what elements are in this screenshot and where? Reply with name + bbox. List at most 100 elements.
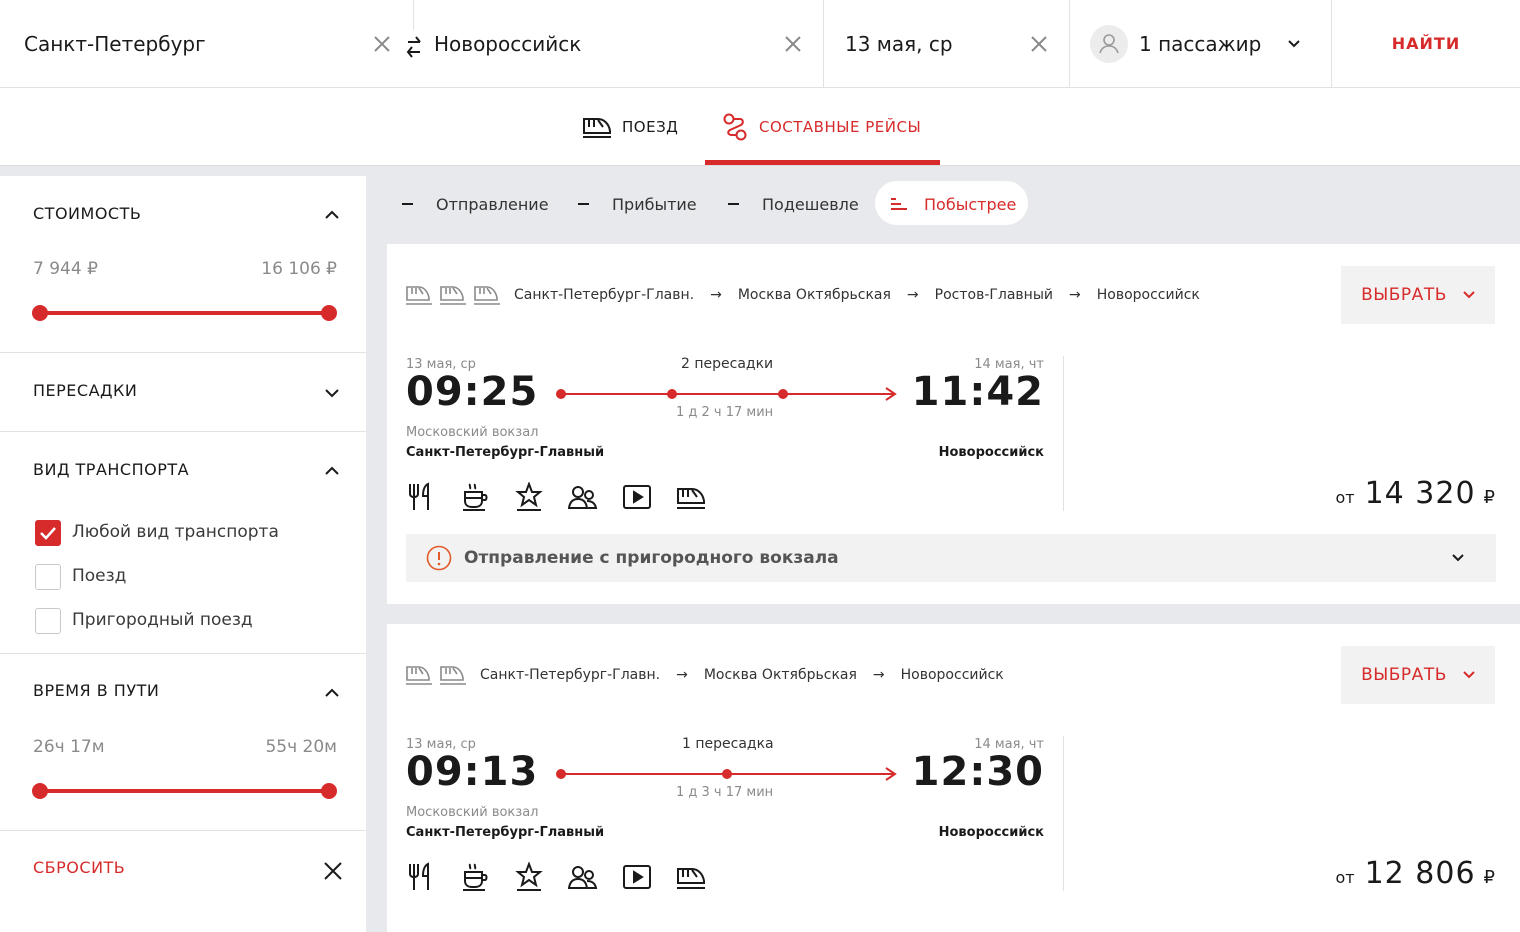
sort-cheaper[interactable]: Подешевле	[728, 182, 859, 226]
transfers-count: 2 пересадки	[681, 356, 774, 372]
filter-transport: ВИД ТРАНСПОРТА Любой вид транспорта Поез…	[0, 432, 366, 654]
arrow-head-icon	[885, 767, 897, 781]
checkbox-any-transport[interactable]	[35, 520, 61, 546]
sort-indicator-icon	[728, 203, 739, 205]
select-button[interactable]: ВЫБРАТЬ	[1341, 266, 1495, 324]
restaurant-icon	[409, 862, 429, 890]
chevron-down-icon	[1463, 291, 1475, 299]
clear-to-icon[interactable]	[783, 34, 803, 54]
arrival-time: 11:42	[911, 369, 1044, 415]
result-card: Санкт-Петербург-Главн. → Москва Октябрьс…	[387, 244, 1520, 604]
price-currency: ₽	[1483, 487, 1495, 508]
duration-slider-track[interactable]	[40, 789, 330, 793]
arrow-right-icon: →	[710, 287, 722, 303]
departure-station: Санкт-Петербург-Главный	[406, 825, 605, 840]
route-dot	[722, 769, 732, 779]
checkbox-train-label[interactable]: Поезд	[72, 566, 126, 586]
route-icon	[723, 113, 747, 141]
arrow-right-icon: →	[872, 667, 885, 683]
tab-train-label: ПОЕЗД	[622, 118, 679, 136]
train-segments-icon	[406, 666, 466, 685]
chevron-up-icon[interactable]	[324, 466, 340, 476]
filter-transfers-title: ПЕРЕСАДКИ	[33, 381, 138, 400]
price-slider-max-handle[interactable]	[321, 305, 337, 321]
tab-combined-routes[interactable]: СОСТАВНЫЕ РЕЙСЫ	[722, 88, 921, 166]
date-field[interactable]: 13 мая, ср	[845, 0, 1025, 87]
tab-train[interactable]: ПОЕЗД	[582, 88, 678, 166]
people-icon	[568, 486, 598, 509]
arrow-right-icon: →	[1069, 287, 1081, 303]
filters-sidebar: СТОИМОСТЬ 7 944 ₽ 16 106 ₽ ПЕРЕСАДКИ ВИД…	[0, 176, 366, 932]
from-field[interactable]: Санкт-Петербург	[24, 0, 374, 87]
price-slider-min-handle[interactable]	[32, 305, 48, 321]
search-bar: Санкт-Петербург Новороссийск 13 мая, ср …	[0, 0, 1520, 88]
chevron-up-icon[interactable]	[324, 210, 340, 220]
sort-arrival[interactable]: Прибытие	[578, 182, 697, 226]
departure-station: Санкт-Петербург-Главный	[406, 445, 605, 460]
notice-suburban-station[interactable]: Отправление с пригородного вокзала	[406, 534, 1496, 582]
to-field[interactable]: Новороссийск	[434, 0, 784, 87]
filter-price-title: СТОИМОСТЬ	[33, 204, 142, 223]
select-button[interactable]: ВЫБРАТЬ	[1341, 646, 1495, 704]
find-button[interactable]: НАЙТИ	[1332, 0, 1520, 87]
route-dot	[556, 769, 566, 779]
reset-filters-button[interactable]: СБРОСИТЬ	[33, 858, 125, 877]
price: от 12 806 ₽	[1335, 856, 1495, 891]
route-stop: Новороссийск	[1096, 287, 1200, 303]
sort-arrival-label: Прибытие	[612, 194, 697, 214]
passengers-value: 1 пассажир	[1139, 31, 1262, 56]
filter-transfers[interactable]: ПЕРЕСАДКИ	[0, 353, 366, 432]
route-stop: Москва Октябрьская	[703, 667, 857, 683]
check-icon	[40, 527, 56, 540]
checkbox-any-transport-label[interactable]: Любой вид транспорта	[72, 522, 279, 542]
departure-station-alias: Московский вокзал	[406, 425, 539, 440]
price-slider-track[interactable]	[40, 311, 330, 315]
arrow-right-icon: →	[906, 287, 919, 303]
divider	[823, 0, 824, 87]
price-prefix: от	[1335, 488, 1355, 507]
arrival-time: 12:30	[911, 749, 1044, 795]
checkbox-suburban-label[interactable]: Пригородный поезд	[72, 610, 253, 630]
checkbox-train[interactable]	[35, 564, 61, 590]
coffee-icon	[463, 863, 488, 891]
train-icon	[677, 868, 705, 889]
sort-faster-label: Побыстрее	[924, 194, 1017, 214]
chevron-up-icon[interactable]	[324, 688, 340, 698]
close-icon[interactable]	[323, 861, 343, 881]
clear-date-icon[interactable]	[1029, 34, 1049, 54]
route-stop: Санкт-Петербург-Главн.	[514, 287, 695, 303]
arrow-right-icon: →	[676, 667, 688, 683]
route-dot	[556, 389, 566, 399]
from-value: Санкт-Петербург	[24, 31, 206, 56]
departure-time: 09:13	[406, 749, 539, 795]
video-icon	[623, 865, 651, 889]
train-icon	[583, 118, 611, 138]
checkbox-suburban-train[interactable]	[35, 608, 61, 634]
duration-max: 55ч 20м	[265, 737, 337, 757]
filter-transport-title: ВИД ТРАНСПОРТА	[33, 460, 190, 479]
chevron-down-icon[interactable]	[1452, 554, 1464, 562]
transfers-count: 1 пересадка	[682, 736, 774, 752]
route-dot	[667, 389, 677, 399]
notice-text: Отправление с пригородного вокзала	[464, 548, 839, 568]
sort-faster[interactable]: Побыстрее	[890, 182, 1016, 226]
sort-desc-icon	[891, 198, 907, 210]
route-line	[563, 393, 893, 395]
select-button-label: ВЫБРАТЬ	[1361, 665, 1447, 685]
swap-icon[interactable]	[404, 34, 424, 60]
duration-slider-max-handle[interactable]	[321, 783, 337, 799]
sort-indicator-icon	[402, 203, 413, 205]
duration-slider-min-handle[interactable]	[32, 783, 48, 799]
date-value: 13 мая, ср	[845, 31, 953, 56]
departure-time: 09:25	[406, 369, 539, 415]
chevron-down-icon[interactable]	[324, 388, 340, 398]
coffee-icon	[463, 483, 488, 511]
to-value: Новороссийск	[434, 31, 582, 56]
tab-combined-label: СОСТАВНЫЕ РЕЙСЫ	[759, 118, 922, 136]
restaurant-icon	[409, 482, 429, 510]
chevron-down-icon	[1288, 39, 1301, 47]
sort-departure[interactable]: Отправление	[402, 182, 549, 226]
arrival-station: Новороссийск	[938, 445, 1044, 460]
clear-from-icon[interactable]	[372, 34, 392, 54]
passengers-field[interactable]: 1 пассажир	[1090, 0, 1310, 87]
